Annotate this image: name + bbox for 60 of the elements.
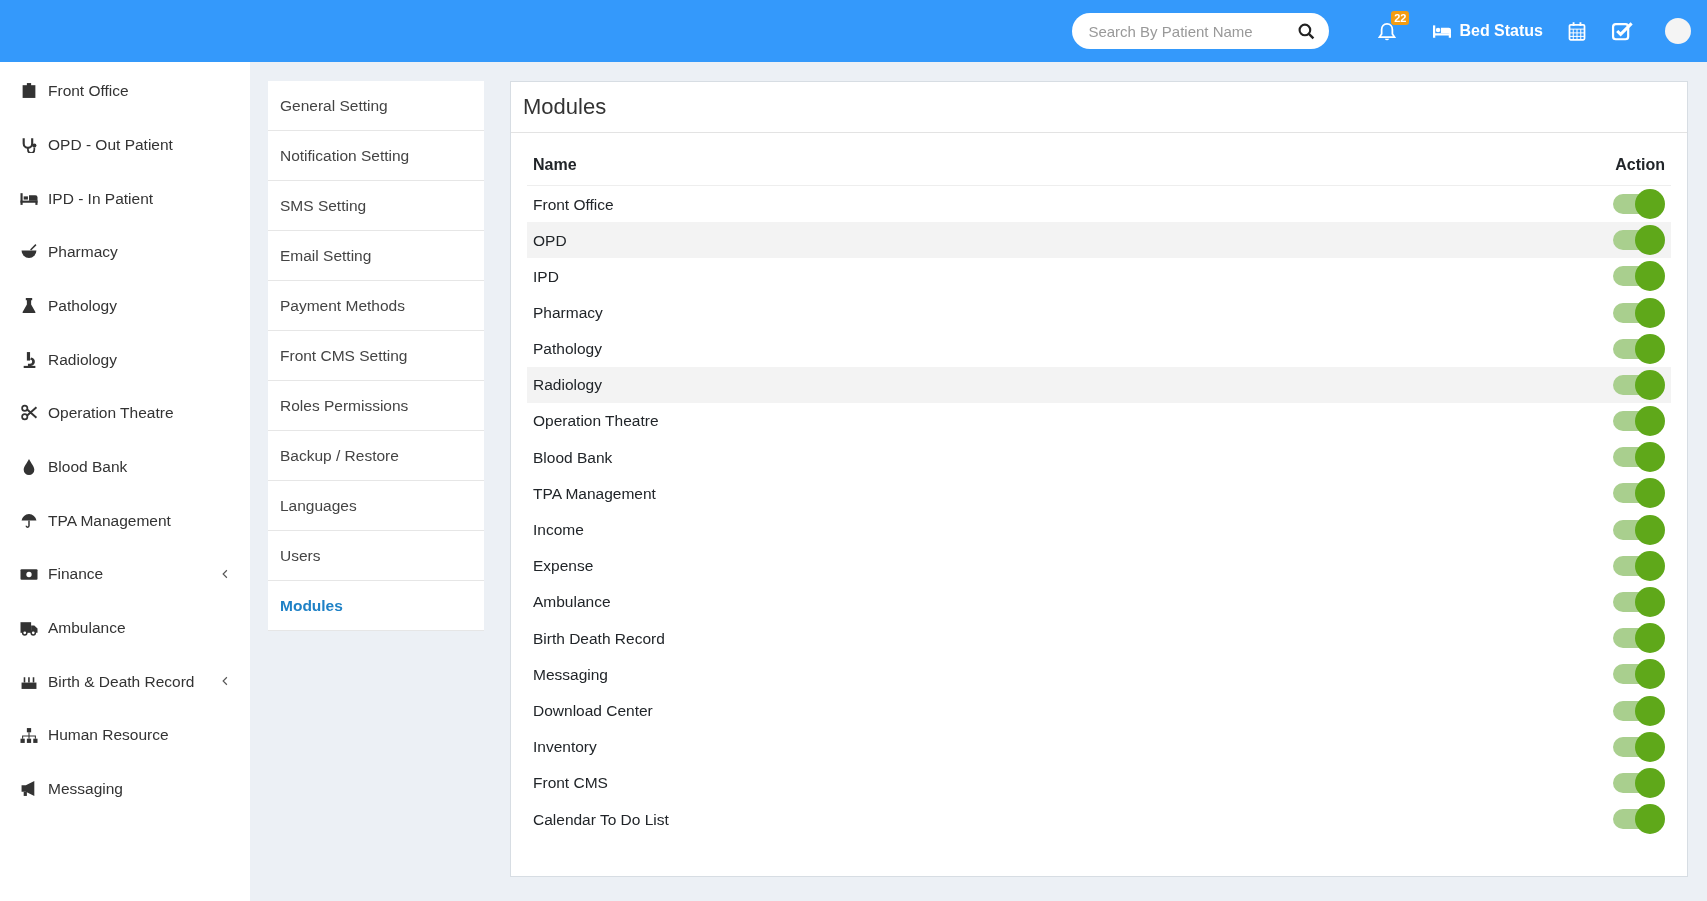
module-name: Inventory xyxy=(527,728,1311,765)
search-icon xyxy=(1298,23,1316,40)
sidebar-item[interactable]: Radiology xyxy=(0,332,250,387)
module-name: Calendar To Do List xyxy=(527,801,1311,838)
settings-menu-item[interactable]: Email Setting xyxy=(268,231,484,281)
mortar-icon xyxy=(20,243,38,261)
module-name: Download Center xyxy=(527,692,1311,729)
sidebar-item[interactable]: Birth & Death Record xyxy=(0,654,250,709)
module-name: Operation Theatre xyxy=(527,403,1311,440)
umbrella-icon xyxy=(20,511,38,529)
sidebar-item[interactable]: Blood Bank xyxy=(0,439,250,494)
module-name: IPD xyxy=(527,258,1311,295)
settings-menu-item[interactable]: General Setting xyxy=(268,81,484,131)
sidebar-item[interactable]: Ambulance xyxy=(0,600,250,655)
module-name: Pathology xyxy=(527,330,1311,367)
module-name: Birth Death Record xyxy=(527,620,1311,657)
module-name: Income xyxy=(527,511,1311,548)
settings-menu-item[interactable]: Modules xyxy=(268,581,484,631)
scissors-icon xyxy=(20,404,38,422)
settings-menu-item[interactable]: Payment Methods xyxy=(268,281,484,331)
module-name: OPD xyxy=(527,222,1311,259)
sidebar-item[interactable]: IPD - In Patient xyxy=(0,171,250,226)
stethoscope-icon xyxy=(20,136,38,154)
module-name: TPA Management xyxy=(527,475,1311,512)
settings-menu-item[interactable]: Languages xyxy=(268,481,484,531)
hierarchy-icon xyxy=(20,726,38,744)
column-header: Name xyxy=(527,133,1311,186)
settings-menu-item[interactable]: Users xyxy=(268,531,484,581)
settings-menu-item[interactable]: Notification Setting xyxy=(268,131,484,181)
sidebar-item[interactable]: Pharmacy xyxy=(0,225,250,279)
settings-menu-item[interactable]: Roles Permissions xyxy=(268,381,484,431)
module-name: Expense xyxy=(527,547,1311,584)
module-name: Front CMS xyxy=(527,764,1311,802)
search-field[interactable]: Search By Patient Name xyxy=(1072,13,1330,49)
module-name: Ambulance xyxy=(527,583,1311,621)
sidebar-item[interactable]: Finance xyxy=(0,547,250,601)
checkbox-icon[interactable] xyxy=(1611,20,1633,42)
module-name: Messaging xyxy=(527,656,1311,693)
ambulance-icon xyxy=(20,619,38,637)
module-name: Pharmacy xyxy=(527,294,1311,331)
module-name: Blood Bank xyxy=(527,439,1311,476)
sidebar-item[interactable]: Human Resource xyxy=(0,708,250,762)
calendar-icon[interactable] xyxy=(1567,21,1587,41)
module-name: Front Office xyxy=(527,185,1311,223)
sidebar-item[interactable]: Pathology xyxy=(0,278,250,333)
module-name: Radiology xyxy=(527,366,1311,403)
settings-menu-item[interactable]: Front CMS Setting xyxy=(268,331,484,381)
bell-icon[interactable] xyxy=(1377,20,1398,43)
column-header: Action xyxy=(1310,133,1671,186)
sidebar-item[interactable]: Operation Theatre xyxy=(0,386,250,440)
sidebar-item[interactable]: TPA Management xyxy=(0,493,250,548)
sidebar-item[interactable]: OPD - Out Patient xyxy=(0,117,250,172)
sidebar-item[interactable]: Messaging xyxy=(0,761,250,816)
notification-count: 22 xyxy=(1391,11,1410,26)
settings-menu-item[interactable]: Backup / Restore xyxy=(268,431,484,481)
settings-menu-item[interactable]: SMS Setting xyxy=(268,181,484,231)
panel-title: Modules xyxy=(511,82,1687,134)
avatar-icon[interactable] xyxy=(1665,18,1691,44)
flask-icon xyxy=(20,297,38,315)
sidebar-item[interactable]: Front Office xyxy=(0,64,250,118)
